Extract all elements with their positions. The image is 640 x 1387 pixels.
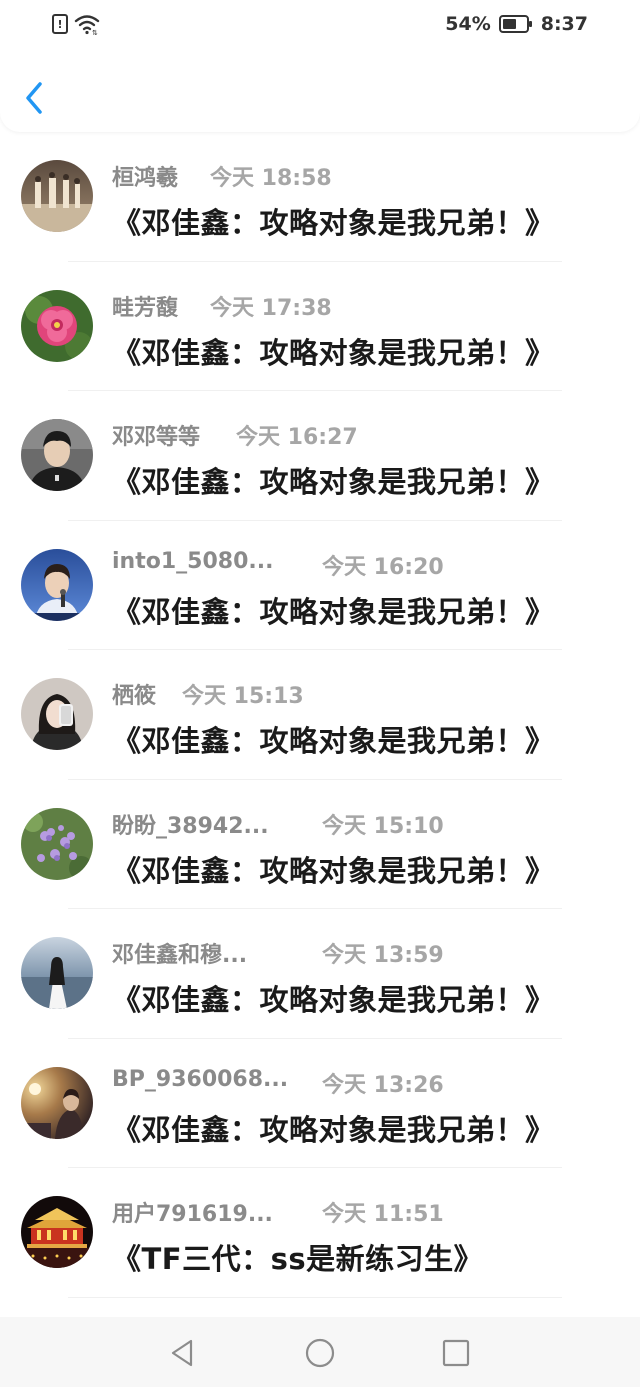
message-row[interactable]: 邓邓等等 今天 16:27 《邓佳鑫：攻略对象是我兄弟！》 [0,391,640,521]
svg-text:⇅: ⇅ [92,29,98,35]
row-divider [68,1296,562,1298]
message-row[interactable]: BP_9360068... 今天 13:26 《邓佳鑫：攻略对象是我兄弟！》 [0,1039,640,1168]
header: ! ⇅ 54% 8:37 [0,0,640,132]
message-row[interactable]: 畦芳馥 今天 17:38 《邓佳鑫：攻略对象是我兄弟！》 [0,262,640,391]
message-row[interactable]: 桓鸿羲 今天 18:58 《邓佳鑫：攻略对象是我兄弟！》 [0,132,640,262]
stage-performance-avatar[interactable] [21,1066,93,1139]
message-time: 今天 13:59 [322,943,444,968]
story-title-link[interactable]: 《邓佳鑫：攻略对象是我兄弟！》 [112,330,555,372]
status-time: 8:37 [540,13,588,35]
story-title-link[interactable]: 《邓佳鑫：攻略对象是我兄弟！》 [112,977,555,1019]
message-time: 今天 18:58 [210,166,332,191]
sender-name[interactable]: into1_5080... [112,549,273,574]
chevron-left-icon[interactable] [20,78,50,118]
sender-name[interactable]: BP_9360068... [112,1067,288,1092]
message-row[interactable]: into1_5080... 今天 16:20 《邓佳鑫：攻略对象是我兄弟！》 [0,521,640,650]
status-right: 54% 8:37 [445,13,588,35]
circle-home-icon[interactable] [304,1337,336,1369]
app-root: ! ⇅ 54% 8:37 桓鸿羲 今天 18:58 《邓佳鑫：攻略对象是我兄弟！… [0,0,640,1387]
sender-name[interactable]: 用户791619... [112,1196,273,1228]
message-time: 今天 16:27 [236,425,358,450]
sender-name[interactable]: 桓鸿羲 [112,160,178,192]
sender-name[interactable]: 邓佳鑫和穆... [112,937,247,969]
battery-percent: 54% [445,13,491,35]
battery-icon [498,15,532,33]
message-time: 今天 16:20 [322,554,444,580]
girl-at-beach-avatar[interactable] [21,937,93,1009]
purple-flowers-avatar[interactable] [21,807,93,880]
message-meta: 邓佳鑫和穆... 今天 13:59 [112,937,612,969]
status-left: ! ⇅ [52,13,100,35]
people-dancing-avatar[interactable] [21,160,93,232]
sender-name[interactable]: 盼盼_38942... [112,808,269,840]
story-title-link[interactable]: 《邓佳鑫：攻略对象是我兄弟！》 [112,589,555,631]
message-meta: 畦芳馥 今天 17:38 [112,290,612,322]
message-time: 今天 15:10 [322,813,444,839]
square-recent-icon[interactable] [440,1337,472,1369]
sender-name[interactable]: 邓邓等等 [112,419,200,451]
pink-flower-avatar[interactable] [21,289,93,362]
message-row[interactable]: 栖筱 今天 15:13 《邓佳鑫：攻略对象是我兄弟！》 [0,650,640,780]
nav-bar [0,62,640,132]
sender-name[interactable]: 栖筱 [112,678,156,710]
story-title-link[interactable]: 《邓佳鑫：攻略对象是我兄弟！》 [112,1107,555,1149]
message-meta: 盼盼_38942... 今天 15:10 [112,808,612,840]
singer-on-stage-avatar[interactable] [21,548,93,621]
message-meta: into1_5080... 今天 16:20 [112,549,612,580]
message-row[interactable]: 用户791619... 今天 11:51 《TF三代：ss是新练习生》 [0,1168,640,1298]
message-time: 今天 11:51 [322,1202,444,1227]
story-title-link[interactable]: 《邓佳鑫：攻略对象是我兄弟！》 [112,718,555,760]
message-meta: BP_9360068... 今天 13:26 [112,1067,612,1098]
message-time: 今天 15:13 [182,684,304,709]
message-row[interactable]: 邓佳鑫和穆... 今天 13:59 《邓佳鑫：攻略对象是我兄弟！》 [0,909,640,1039]
message-meta: 邓邓等等 今天 16:27 [112,419,612,451]
status-bar: ! ⇅ 54% 8:37 [0,0,640,52]
message-time: 今天 17:38 [210,295,332,321]
story-title-link[interactable]: 《TF三代：ss是新练习生》 [112,1236,483,1278]
story-title-link[interactable]: 《邓佳鑫：攻略对象是我兄弟！》 [112,200,555,242]
message-list: 桓鸿羲 今天 18:58 《邓佳鑫：攻略对象是我兄弟！》 畦芳馥 今天 17:38 《邓佳… [0,132,640,1298]
story-title-link[interactable]: 《邓佳鑫：攻略对象是我兄弟！》 [112,459,555,501]
sender-name[interactable]: 畦芳馥 [112,290,178,322]
story-title-link[interactable]: 《邓佳鑫：攻略对象是我兄弟！》 [112,848,555,890]
message-row[interactable]: 盼盼_38942... 今天 15:10 《邓佳鑫：攻略对象是我兄弟！》 [0,780,640,909]
young-man-portrait-avatar[interactable] [21,419,93,491]
message-meta: 栖筱 今天 15:13 [112,678,612,710]
girl-selfie-avatar[interactable] [21,678,93,750]
message-time: 今天 13:26 [322,1072,444,1098]
sim-card-alert-icon: ! [52,14,68,34]
message-meta: 用户791619... 今天 11:51 [112,1196,612,1228]
palace-night-avatar[interactable] [21,1196,93,1268]
wifi-icon: ⇅ [74,15,100,35]
triangle-back-icon[interactable] [167,1337,199,1369]
system-nav-bar [0,1317,640,1387]
message-meta: 桓鸿羲 今天 18:58 [112,160,612,192]
